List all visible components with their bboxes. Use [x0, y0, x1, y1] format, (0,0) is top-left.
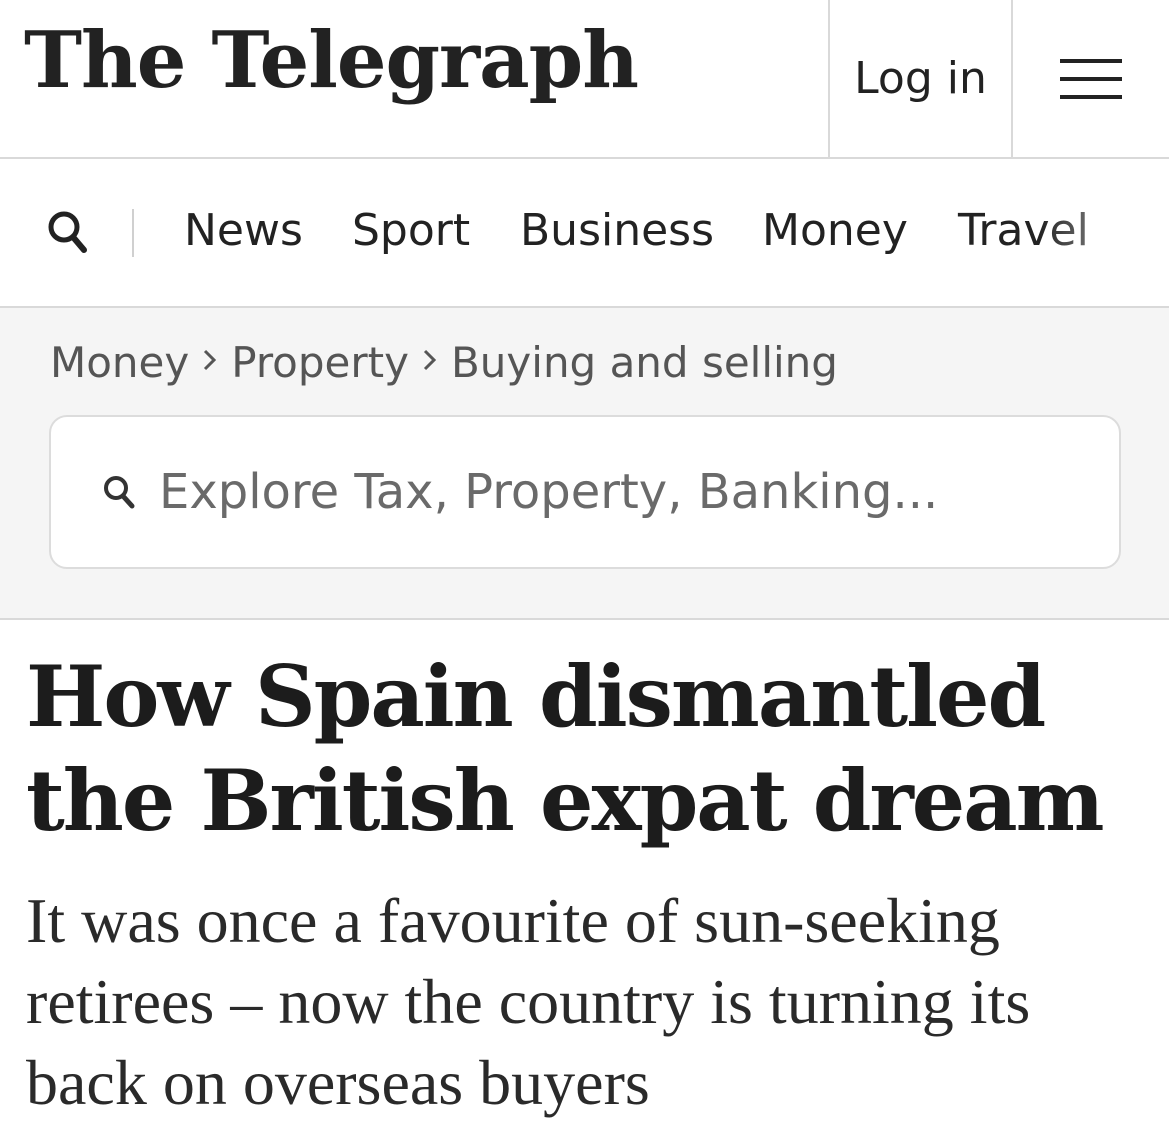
- nav-item-money[interactable]: Money: [762, 203, 908, 259]
- breadcrumb: Money Property Buying and selling: [50, 332, 838, 392]
- breadcrumb-property[interactable]: Property: [231, 338, 409, 387]
- money-search-box[interactable]: [49, 415, 1121, 569]
- login-button[interactable]: Log in: [828, 0, 1013, 157]
- search-input[interactable]: [159, 464, 1079, 520]
- breadcrumb-money[interactable]: Money: [50, 338, 189, 387]
- nav-item-sport[interactable]: Sport: [352, 203, 470, 259]
- article-standfirst: It was once a favourite of sun-seeking r…: [26, 885, 1031, 1118]
- masthead: The Telegraph Log in: [0, 0, 1169, 159]
- breadcrumb-buying-and-selling[interactable]: Buying and selling: [451, 338, 838, 387]
- telegraph-logo[interactable]: The Telegraph: [24, 22, 639, 100]
- menu-button[interactable]: [1013, 0, 1169, 157]
- article-headline: How Spain dismantled the British expat d…: [26, 647, 1105, 850]
- nav-item-news[interactable]: News: [184, 203, 303, 259]
- nav-divider: [132, 209, 134, 257]
- section-nav: News Sport Business Money Travel: [0, 159, 1169, 308]
- chevron-right-icon: [189, 343, 231, 381]
- nav-item-business[interactable]: Business: [520, 203, 714, 259]
- money-subheader: Money Property Buying and selling: [0, 308, 1169, 620]
- hamburger-menu-icon: [1060, 58, 1122, 99]
- nav-item-travel[interactable]: Travel: [958, 203, 1089, 259]
- login-label: Log in: [854, 53, 987, 104]
- search-icon: [101, 472, 137, 512]
- search-icon[interactable]: [44, 207, 92, 257]
- chevron-right-icon: [409, 343, 451, 381]
